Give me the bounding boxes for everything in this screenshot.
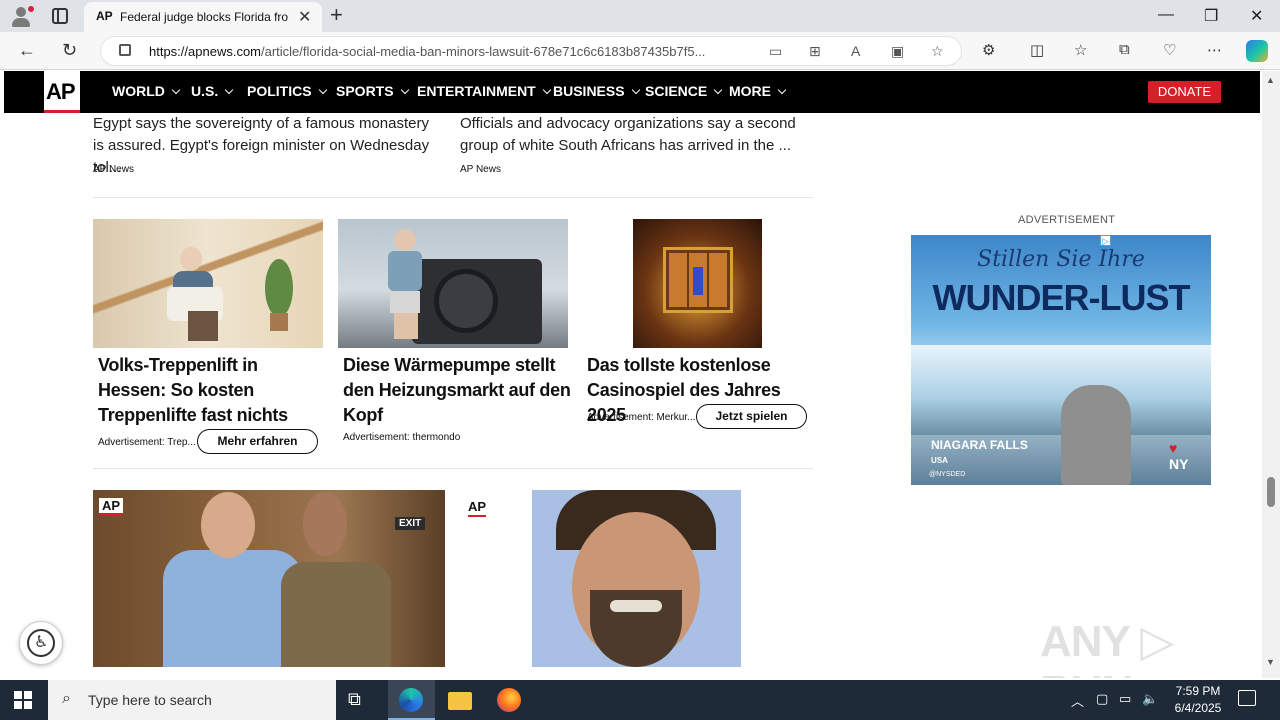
volume-icon[interactable]: 🔈 bbox=[1142, 691, 1158, 707]
tab-title: Federal judge blocks Florida from bbox=[120, 10, 288, 24]
nav-science[interactable]: SCIENCE bbox=[645, 83, 723, 99]
anyrun-watermark: ANY ▷ RUN bbox=[1040, 617, 1174, 678]
niagara-falls-ad[interactable]: Stillen Sie Ihre WUNDER-LUST NIAGARA FAL… bbox=[911, 235, 1211, 485]
extensions-icon[interactable]: ⚙ bbox=[982, 41, 995, 59]
tray-device-icon[interactable]: ▢ bbox=[1096, 691, 1108, 707]
courtroom-news-image[interactable]: EXIT AP bbox=[93, 490, 445, 667]
app-grid-icon[interactable]: ⊞ bbox=[809, 43, 821, 60]
favorites-icon[interactable]: ☆ bbox=[1074, 41, 1087, 59]
minimize-button[interactable]: — bbox=[1158, 6, 1174, 24]
notification-icon[interactable] bbox=[1238, 690, 1256, 706]
ad-sponsor: Advertisement: Merkur... bbox=[587, 412, 696, 423]
accessibility-icon bbox=[27, 629, 55, 657]
ap-navigation-bar: AP WORLD U.S. POLITICS SPORTS ENTERTAINM… bbox=[4, 71, 1260, 113]
browser-tab-active[interactable]: AP Federal judge blocks Florida from ✕ bbox=[84, 2, 322, 32]
profile-icon[interactable] bbox=[10, 6, 34, 28]
scroll-up-arrow-icon[interactable]: ▲ bbox=[1266, 75, 1275, 85]
network-icon[interactable]: ▭ bbox=[1119, 691, 1131, 707]
taskbar-search-box[interactable]: ⌕ Type here to search bbox=[48, 680, 336, 720]
clock-date: 6/4/2025 bbox=[1174, 701, 1222, 715]
url-bar[interactable]: https://apnews.com/article/florida-socia… bbox=[100, 36, 962, 66]
split-screen-icon[interactable]: ◫ bbox=[1030, 41, 1044, 59]
edge-browser-icon[interactable] bbox=[399, 688, 423, 712]
ad-tagline: Stillen Sie Ihre bbox=[977, 247, 1145, 272]
address-toolbar: ← ↻ https://apnews.com/article/florida-s… bbox=[0, 32, 1280, 70]
nav-world[interactable]: WORLD bbox=[112, 83, 181, 99]
exit-sign: EXIT bbox=[395, 517, 426, 530]
adchoices-icon[interactable]: ▷ bbox=[1100, 235, 1111, 246]
ap-favicon-icon: AP bbox=[96, 9, 113, 23]
ap-badge: AP bbox=[468, 499, 487, 517]
maximize-button[interactable]: ❐ bbox=[1204, 6, 1218, 26]
accessibility-widget-button[interactable] bbox=[19, 621, 63, 665]
taskbar-clock[interactable]: 7:59 PM 6/4/2025 bbox=[1172, 683, 1224, 717]
url-domain: https://apnews.com bbox=[149, 44, 261, 59]
casino-ad-image[interactable] bbox=[633, 219, 762, 348]
stairlift-ad-image[interactable] bbox=[93, 219, 323, 348]
collections-icon[interactable]: ⧉ bbox=[1119, 41, 1130, 58]
tab-close-icon[interactable]: ✕ bbox=[298, 7, 311, 27]
browser-tab-bar: AP Federal judge blocks Florida from ✕ +… bbox=[0, 0, 1280, 32]
favorite-star-icon[interactable]: ☆ bbox=[931, 43, 944, 60]
clock-time: 7:59 PM bbox=[1175, 684, 1221, 698]
nav-business[interactable]: BUSINESS bbox=[553, 83, 640, 99]
jetzt-spielen-button[interactable]: Jetzt spielen bbox=[696, 404, 807, 429]
ap-badge: AP bbox=[99, 498, 124, 516]
story-source: AP News bbox=[93, 164, 134, 175]
ad-sponsor: Advertisement: Trep... bbox=[98, 437, 196, 448]
file-explorer-icon[interactable] bbox=[448, 692, 472, 710]
niagara-falls-logo: NIAGARA FALLS USA bbox=[931, 438, 1028, 465]
divider bbox=[93, 468, 813, 469]
screencast-icon[interactable]: ▭ bbox=[769, 43, 782, 60]
binocular-viewer-graphic bbox=[1061, 385, 1131, 485]
web-page: AP WORLD U.S. POLITICS SPORTS ENTERTAINM… bbox=[0, 71, 1262, 678]
story-summary-south-africans[interactable]: Officials and advocacy organizations say… bbox=[460, 113, 810, 157]
more-menu-icon[interactable]: ⋯ bbox=[1207, 41, 1222, 59]
ad-sponsor: Advertisement: thermondo bbox=[343, 432, 461, 443]
story-source: AP News bbox=[460, 164, 501, 175]
lock-icon[interactable] bbox=[119, 44, 131, 56]
ad-headline: WUNDER-LUST bbox=[932, 277, 1191, 318]
search-icon: ⌕ bbox=[62, 690, 71, 707]
donate-button[interactable]: DONATE bbox=[1148, 81, 1221, 103]
url-path: /article/florida-social-media-ban-minors… bbox=[261, 44, 706, 59]
heat-pump-ad-image[interactable] bbox=[338, 219, 568, 348]
nav-more[interactable]: MORE bbox=[729, 83, 787, 99]
divider bbox=[93, 197, 813, 198]
windows-taskbar: ⌕ Type here to search ⧉ ︿ ▢ ▭ 🔈 7:59 PM … bbox=[0, 680, 1280, 720]
immersive-reader-icon[interactable]: ▣ bbox=[891, 43, 904, 60]
advertisement-label: ADVERTISEMENT bbox=[1018, 214, 1116, 226]
nav-us[interactable]: U.S. bbox=[191, 83, 234, 99]
ad-title[interactable]: Volks-Treppenlift in Hessen: So kosten T… bbox=[98, 353, 328, 428]
tab-actions-icon[interactable] bbox=[52, 8, 68, 24]
ad-credit: @NYSDED bbox=[929, 471, 966, 478]
back-arrow-icon[interactable]: ← bbox=[18, 40, 36, 61]
copilot-icon[interactable] bbox=[1246, 40, 1268, 62]
scrollbar-thumb[interactable] bbox=[1267, 477, 1275, 507]
tray-chevron-icon[interactable]: ︿ bbox=[1071, 691, 1084, 710]
nav-entertainment[interactable]: ENTERTAINMENT bbox=[417, 83, 551, 99]
scroll-down-arrow-icon[interactable]: ▼ bbox=[1266, 657, 1275, 667]
refresh-icon[interactable]: ↻ bbox=[62, 40, 77, 61]
ad-title[interactable]: Diese Wärmepumpe stellt den Heizungsmark… bbox=[343, 353, 573, 428]
nav-politics[interactable]: POLITICS bbox=[247, 83, 327, 99]
windows-start-icon[interactable] bbox=[14, 691, 32, 709]
close-window-button[interactable]: ✕ bbox=[1250, 6, 1263, 26]
read-aloud-icon[interactable]: A bbox=[851, 43, 860, 59]
ap-logo[interactable]: AP bbox=[44, 71, 80, 113]
i-love-ny-logo: ♥ NY bbox=[1169, 440, 1189, 472]
task-view-icon[interactable]: ⧉ bbox=[348, 689, 372, 713]
new-tab-button[interactable]: + bbox=[330, 2, 343, 28]
mugshot-news-image[interactable] bbox=[532, 490, 741, 667]
story-summary-egypt[interactable]: Egypt says the sovereignty of a famous m… bbox=[93, 113, 443, 179]
firefox-icon[interactable] bbox=[497, 688, 521, 712]
mehr-erfahren-button[interactable]: Mehr erfahren bbox=[197, 429, 318, 454]
page-scrollbar[interactable]: ▲ ▼ bbox=[1262, 71, 1280, 678]
nav-sports[interactable]: SPORTS bbox=[336, 83, 409, 99]
search-placeholder: Type here to search bbox=[88, 692, 212, 708]
performance-icon[interactable]: ♡ bbox=[1163, 41, 1176, 59]
